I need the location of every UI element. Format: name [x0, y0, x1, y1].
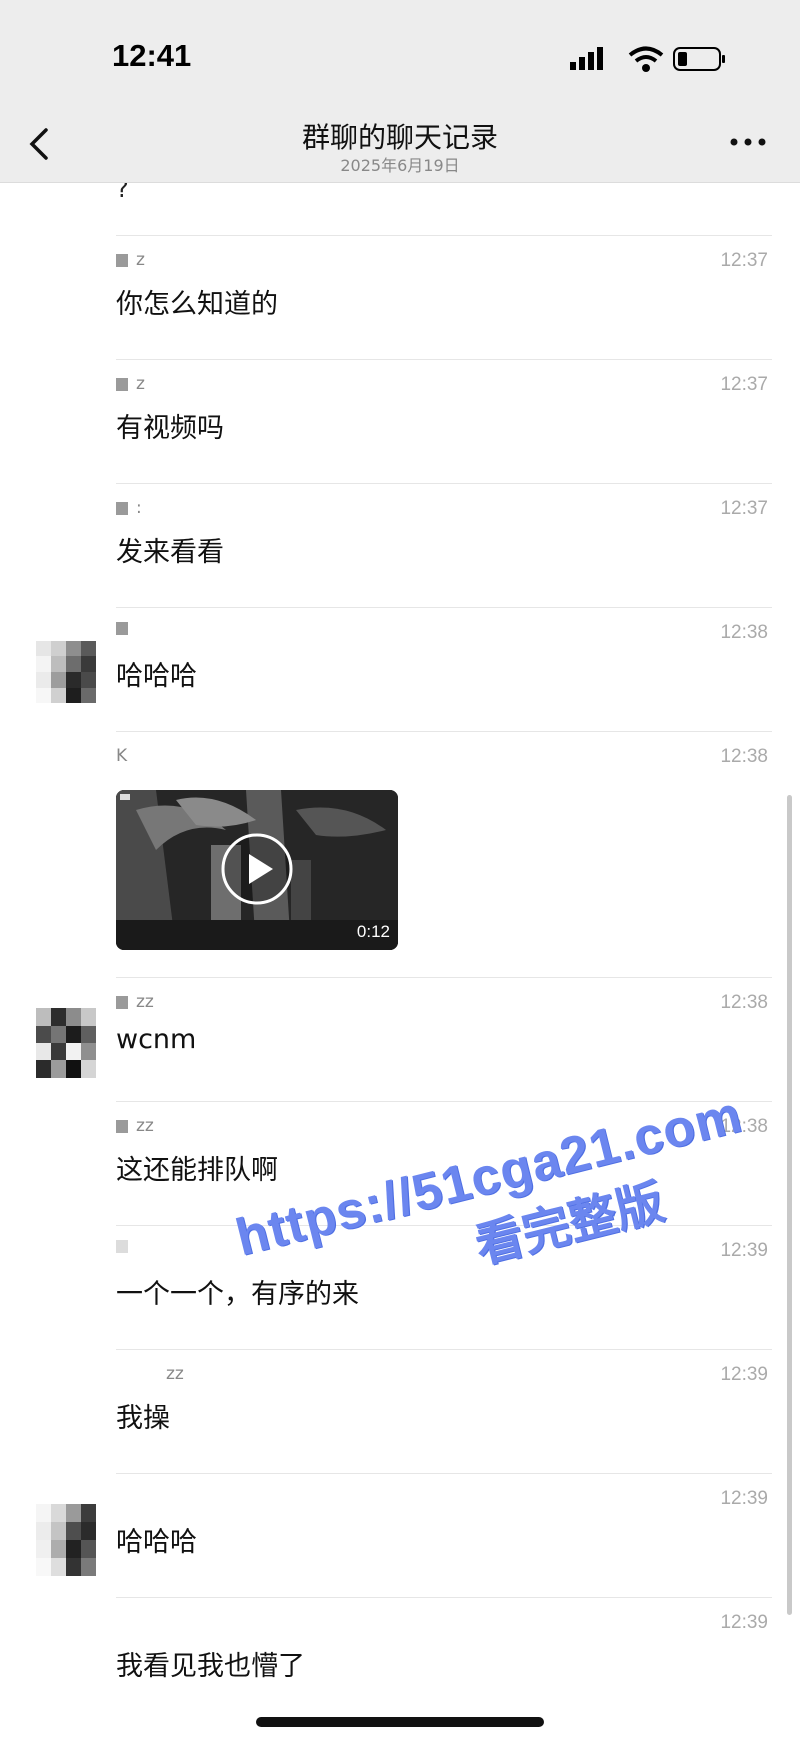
- sender-name: zz: [116, 1116, 154, 1136]
- message-text: 哈哈哈: [116, 661, 197, 692]
- message-item[interactable]: 12:39 我看见我也懵了: [0, 1598, 800, 1722]
- message-time: 12:38: [720, 746, 768, 767]
- blurred-name-block: [116, 377, 128, 391]
- nav-bar: 群聊的聊天记录 2025年6月19日: [0, 110, 800, 183]
- message-time: 12:38: [720, 992, 768, 1013]
- chat-history-list[interactable]: ? z 12:37 你怎么知道的 z 12:37 有视频吗 : 12:37 发来…: [0, 183, 800, 1739]
- message-time: 12:37: [720, 374, 768, 395]
- video-thumbnail[interactable]: 0:12: [116, 790, 398, 950]
- sender-name: z: [116, 250, 145, 270]
- avatar[interactable]: [36, 641, 96, 703]
- status-time: 12:41: [112, 38, 192, 73]
- battery-icon: [673, 47, 725, 71]
- message-time: 12:39: [720, 1240, 768, 1261]
- status-icons: [570, 46, 725, 72]
- message-item[interactable]: z 12:37 你怎么知道的: [0, 236, 800, 360]
- message-time: 12:37: [720, 250, 768, 271]
- message-time: 12:38: [720, 622, 768, 643]
- message-text: 一个一个，有序的来: [116, 1279, 359, 1310]
- message-item[interactable]: zz 12:38 这还能排队啊: [0, 1102, 800, 1226]
- blurred-name-block: [116, 622, 128, 635]
- message-text: 我看见我也懵了: [116, 1651, 305, 1682]
- message-text: 有视频吗: [116, 413, 224, 444]
- page-subtitle-date: 2025年6月19日: [340, 156, 460, 175]
- message-item[interactable]: zz 12:39 我操: [0, 1350, 800, 1474]
- sender-name: z: [116, 374, 145, 394]
- wifi-icon: [628, 46, 664, 72]
- sender-name: K: [116, 746, 128, 766]
- message-time: 12:37: [720, 498, 768, 519]
- message-item[interactable]: 12:39 哈哈哈: [0, 1474, 800, 1598]
- message-item[interactable]: : 12:37 发来看看: [0, 484, 800, 608]
- message-item[interactable]: 12:39 一个一个，有序的来: [0, 1226, 800, 1350]
- play-icon[interactable]: [220, 832, 294, 906]
- message-text: 发来看看: [116, 537, 224, 568]
- scrollbar[interactable]: [787, 795, 792, 1615]
- avatar[interactable]: [36, 1008, 96, 1078]
- more-icon[interactable]: [728, 136, 768, 148]
- message-time: 12:39: [720, 1488, 768, 1509]
- message-text: 我操: [116, 1403, 170, 1434]
- sender-name: zz: [116, 992, 154, 1012]
- sender-name: [116, 622, 136, 635]
- blurred-name-block: [116, 1240, 128, 1253]
- blurred-name-block: [116, 253, 128, 267]
- message-text: 这还能排队啊: [116, 1155, 278, 1186]
- sender-name: [116, 1240, 136, 1253]
- video-duration: 0:12: [356, 922, 390, 941]
- message-item[interactable]: z 12:37 有视频吗: [0, 360, 800, 484]
- message-item[interactable]: 12:38 哈哈哈: [0, 608, 800, 732]
- message-time: 12:38: [720, 1116, 768, 1137]
- sender-name: :: [116, 498, 142, 518]
- message-text: 你怎么知道的: [116, 289, 278, 320]
- message-text-fragment: ?: [116, 183, 129, 203]
- message-time: 12:39: [720, 1364, 768, 1385]
- message-text: wcnm: [116, 1024, 197, 1055]
- status-bar: 12:41: [0, 0, 800, 110]
- message-text: 哈哈哈: [116, 1527, 197, 1558]
- blurred-name-block: [116, 995, 128, 1009]
- message-item[interactable]: zz 12:38 wcnm: [0, 978, 800, 1102]
- page-title: 群聊的聊天记录: [301, 121, 498, 154]
- avatar[interactable]: [36, 1504, 96, 1576]
- signal-icon: [570, 47, 603, 70]
- message-item[interactable]: K 12:38 0:12: [0, 732, 800, 978]
- sender-name: zz: [166, 1364, 184, 1384]
- blurred-name-block: [116, 501, 128, 515]
- blurred-name-block: [116, 1119, 128, 1133]
- message-time: 12:39: [720, 1612, 768, 1633]
- home-indicator[interactable]: [256, 1717, 544, 1727]
